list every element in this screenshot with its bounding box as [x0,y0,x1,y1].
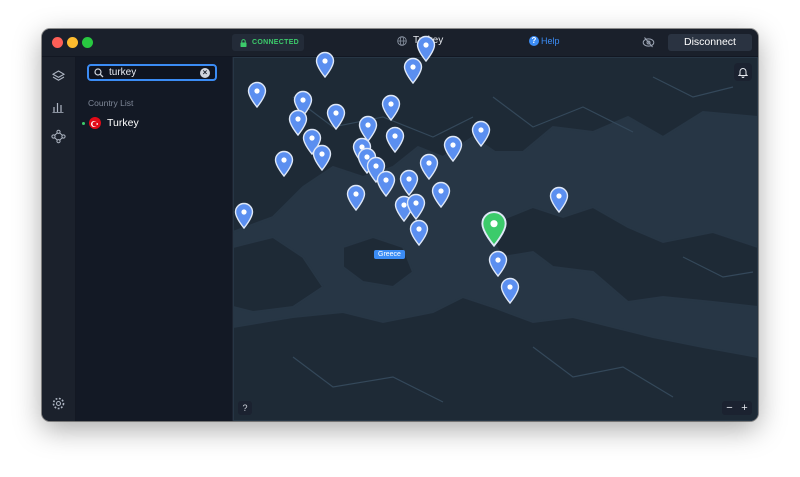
location-pin-icon[interactable] [416,35,436,63]
nav-rail [42,57,76,421]
location-pin-icon[interactable] [488,250,508,278]
maximize-window-button[interactable] [82,37,93,48]
nodes-icon[interactable] [51,129,66,144]
globe-icon [397,35,407,46]
country-name: Turkey [107,117,139,129]
close-window-button[interactable] [52,37,63,48]
titlebar: CONNECTED Turkey ? Help Disconnect [42,29,758,57]
location-pin-icon[interactable] [443,135,463,163]
lock-icon [240,38,247,47]
location-pin-icon[interactable] [549,186,569,214]
location-pin-icon[interactable] [471,120,491,148]
location-pin-icon[interactable] [399,169,419,197]
connection-status: CONNECTED [232,34,304,51]
map-hover-label: Greece [374,250,405,259]
settings-icon[interactable] [51,396,66,411]
location-pin-icon[interactable] [500,277,520,305]
bell-icon [738,67,748,78]
country-panel: × Country List Turkey [76,57,232,421]
disconnect-button[interactable]: Disconnect [668,34,752,51]
status-label: CONNECTED [252,39,300,46]
layers-icon[interactable] [51,69,66,84]
location-pin-icon[interactable] [326,103,346,131]
location-pin-icon[interactable] [431,181,451,209]
help-link[interactable]: ? Help [529,36,560,46]
zoom-in-button[interactable]: + [741,401,747,415]
stats-icon[interactable] [51,99,66,114]
location-pin-icon[interactable] [376,170,396,198]
map-help-button[interactable]: ? [238,401,252,415]
minimize-window-button[interactable] [67,37,78,48]
location-pin-icon[interactable] [409,219,429,247]
list-item-turkey[interactable]: Turkey [82,117,139,129]
location-pin-icon[interactable] [406,193,426,221]
app-window: CONNECTED Turkey ? Help Disconnect [42,29,758,421]
search-icon [94,68,104,78]
zoom-out-button[interactable]: − [726,401,732,415]
connected-location-pin-icon[interactable] [480,210,508,248]
zoom-controls: − + [722,401,752,415]
help-icon: ? [529,36,539,46]
location-pin-icon[interactable] [312,144,332,172]
eye-off-icon[interactable] [642,36,655,48]
clear-icon[interactable]: × [200,68,210,78]
location-pin-icon[interactable] [381,94,401,122]
search-box[interactable]: × [87,64,217,81]
help-label: Help [541,36,560,46]
search-input[interactable] [109,67,189,78]
location-pin-icon[interactable] [247,81,267,109]
location-pin-icon[interactable] [346,184,366,212]
location-pin-icon[interactable] [419,153,439,181]
location-pin-icon[interactable] [315,51,335,79]
country-list-header: Country List [88,98,134,108]
location-pin-icon[interactable] [385,126,405,154]
connected-indicator [82,121,85,125]
notifications-button[interactable] [734,63,752,81]
location-pin-icon[interactable] [234,202,254,230]
location-pin-icon[interactable] [274,150,294,178]
turkey-flag-icon [89,117,101,129]
